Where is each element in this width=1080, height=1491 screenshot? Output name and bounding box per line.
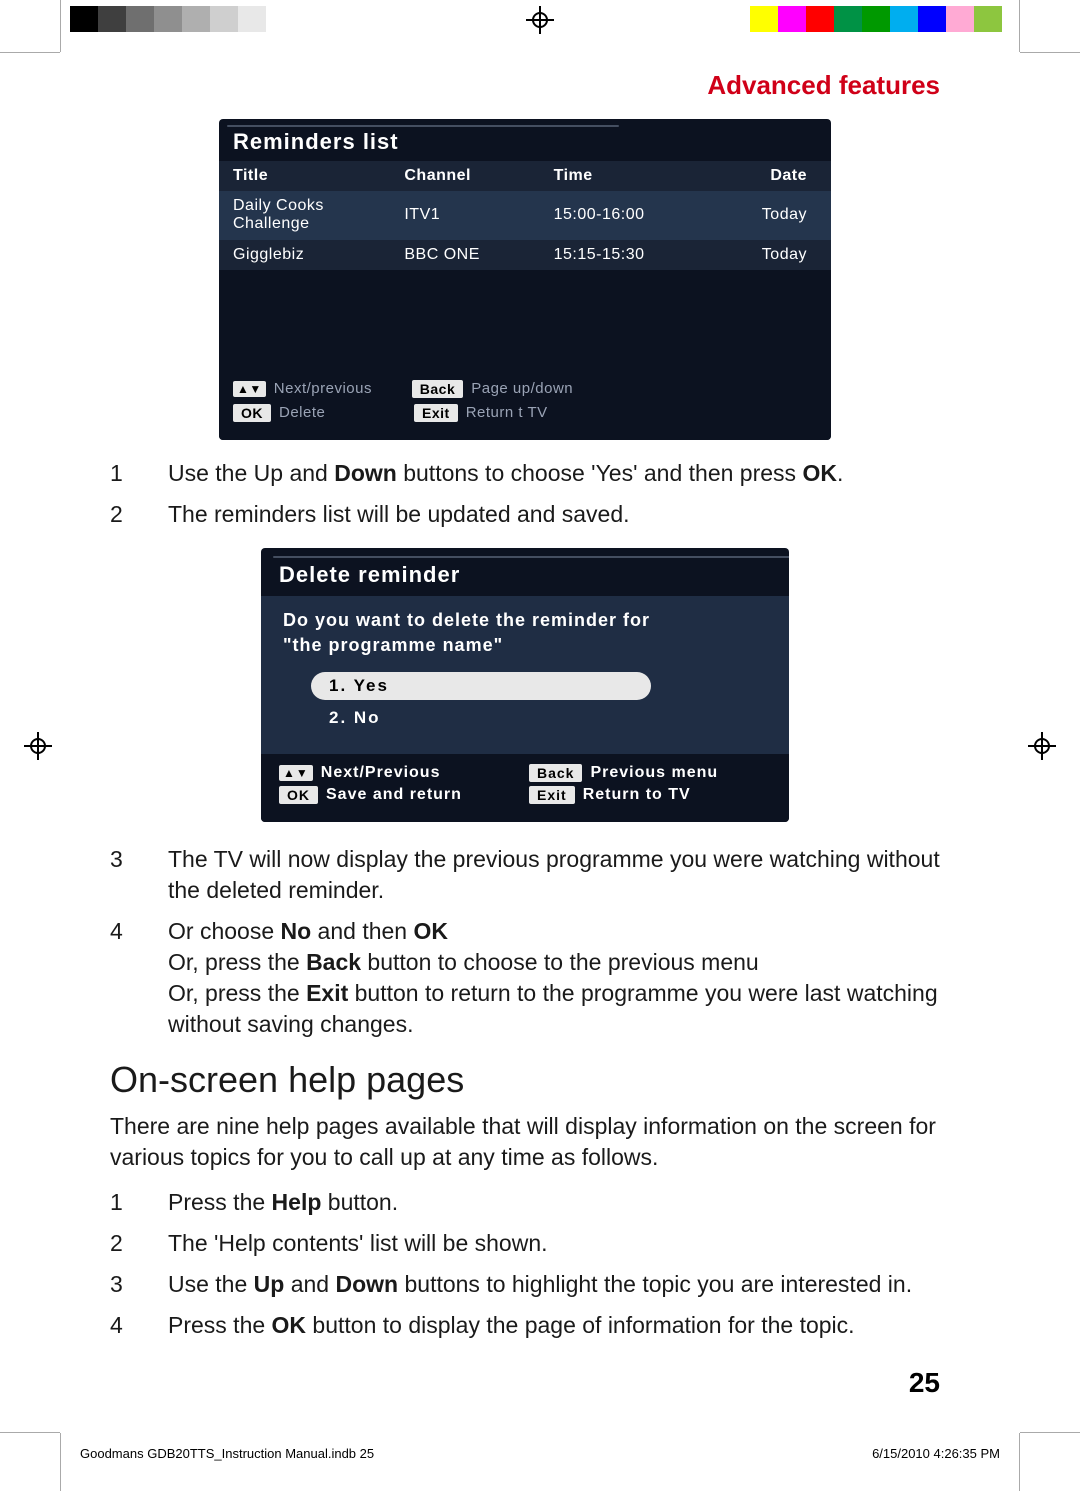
instruction-list: 1Use the Up and Down buttons to choose '… — [110, 458, 940, 530]
dialog-option: 1. Yes — [311, 672, 651, 700]
registration-mark-icon — [24, 732, 52, 760]
ok-key-icon: OK — [233, 404, 271, 422]
heading-help-pages: On-screen help pages — [110, 1059, 940, 1101]
print-colorbar-right — [722, 6, 1002, 32]
col-title: Title — [219, 161, 390, 191]
print-colorbar-left — [70, 6, 350, 32]
table-row: Daily CooksChallenge ITV1 15:00-16:00 To… — [219, 191, 831, 240]
body-text: There are nine help pages available that… — [110, 1111, 940, 1173]
list-item: 4Or choose No and then OKOr, press the B… — [110, 916, 940, 1040]
section-title: Advanced features — [110, 70, 940, 101]
instruction-list: 3The TV will now display the previous pr… — [110, 844, 940, 1040]
registration-mark-icon — [526, 6, 554, 34]
up-down-arrow-icon: ▲▼ — [233, 381, 266, 397]
table-row: Gigglebiz BBC ONE 15:15-15:30 Today — [219, 240, 831, 270]
up-down-arrow-icon: ▲▼ — [279, 765, 313, 781]
registration-mark-icon — [1028, 732, 1056, 760]
list-item: 1Use the Up and Down buttons to choose '… — [110, 458, 940, 489]
list-item: 4Press the OK button to display the page… — [110, 1310, 940, 1341]
col-date: Date — [711, 161, 831, 191]
hints-bar: ▲▼ Next/Previous Back Previous menu OK S… — [261, 754, 789, 822]
back-key-icon: Back — [412, 380, 463, 398]
panel-title: Reminders list — [233, 129, 399, 155]
list-item: 3The TV will now display the previous pr… — [110, 844, 940, 906]
hints-bar: ▲▼ Next/previous Back Page up/down OK De… — [219, 370, 831, 440]
page-content: Advanced features Reminders list Title C… — [110, 70, 940, 1359]
ok-key-icon: OK — [279, 786, 318, 804]
list-item: 2The reminders list will be updated and … — [110, 499, 940, 530]
instruction-list: 1Press the Help button. 2The 'Help conten… — [110, 1187, 940, 1341]
print-footer: Goodmans GDB20TTS_Instruction Manual.ind… — [80, 1446, 1000, 1461]
dialog-question: Do you want to delete the reminder for "… — [283, 608, 767, 658]
back-key-icon: Back — [529, 764, 582, 782]
delete-reminder-screenshot: Delete reminder Do you want to delete th… — [261, 548, 789, 822]
page-number: 25 — [909, 1367, 940, 1399]
list-item: 2The 'Help contents' list will be shown. — [110, 1228, 940, 1259]
reminders-list-screenshot: Reminders list Title Channel Time Date D… — [219, 119, 831, 440]
col-channel: Channel — [390, 161, 539, 191]
exit-key-icon: Exit — [414, 404, 458, 422]
panel-title: Delete reminder — [279, 562, 771, 588]
list-item: 1Press the Help button. — [110, 1187, 940, 1218]
dialog-option: 2. No — [311, 704, 651, 732]
exit-key-icon: Exit — [529, 786, 575, 804]
table-header: Title Channel Time Date — [219, 161, 831, 191]
list-item: 3Use the Up and Down buttons to highligh… — [110, 1269, 940, 1300]
col-time: Time — [540, 161, 711, 191]
